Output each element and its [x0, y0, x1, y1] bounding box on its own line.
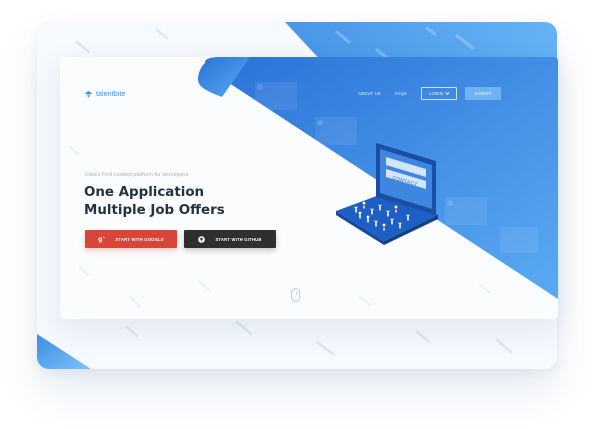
chevron-down-icon — [445, 90, 450, 95]
scroll-mouse-icon[interactable] — [291, 288, 300, 302]
hero-headline: One Application Multiple Job Offers — [84, 184, 225, 220]
github-icon — [198, 235, 206, 243]
github-button-label: START WITH GITHUB — [215, 236, 262, 242]
brand-logo[interactable]: talentbite — [84, 88, 125, 100]
start-with-google-button[interactable]: g+ START WITH GOOGLE — [85, 230, 177, 248]
headline-line-2: Multiple Job Offers — [84, 203, 225, 218]
crowd-laptop-illustration: CONTACT — [336, 143, 438, 245]
start-with-github-button[interactable]: START WITH GITHUB — [184, 230, 276, 248]
google-plus-icon: g+ — [98, 235, 106, 243]
talentbite-logo-icon — [84, 90, 93, 98]
nav-link-about-us[interactable]: ABOUT US — [358, 91, 381, 96]
page: talentbite ABOUT US FAQS LOGIN SIGNUP In… — [0, 0, 594, 429]
hero-tagline: India's First curated platform for devel… — [85, 172, 189, 178]
login-label: LOGIN — [428, 91, 444, 96]
login-button[interactable]: LOGIN — [421, 87, 457, 100]
google-button-label: START WITH GOOGLE — [115, 236, 164, 242]
landing-page-card: talentbite ABOUT US FAQS LOGIN SIGNUP In… — [60, 57, 558, 319]
signup-button[interactable]: SIGNUP — [465, 87, 501, 100]
brand-name: talentbite — [96, 90, 126, 98]
signup-label: SIGNUP — [474, 91, 492, 96]
top-nav: ABOUT US FAQS — [358, 87, 407, 100]
scroll-wheel — [295, 292, 297, 295]
nav-link-faqs[interactable]: FAQS — [395, 91, 407, 96]
headline-line-1: One Application — [84, 185, 205, 200]
